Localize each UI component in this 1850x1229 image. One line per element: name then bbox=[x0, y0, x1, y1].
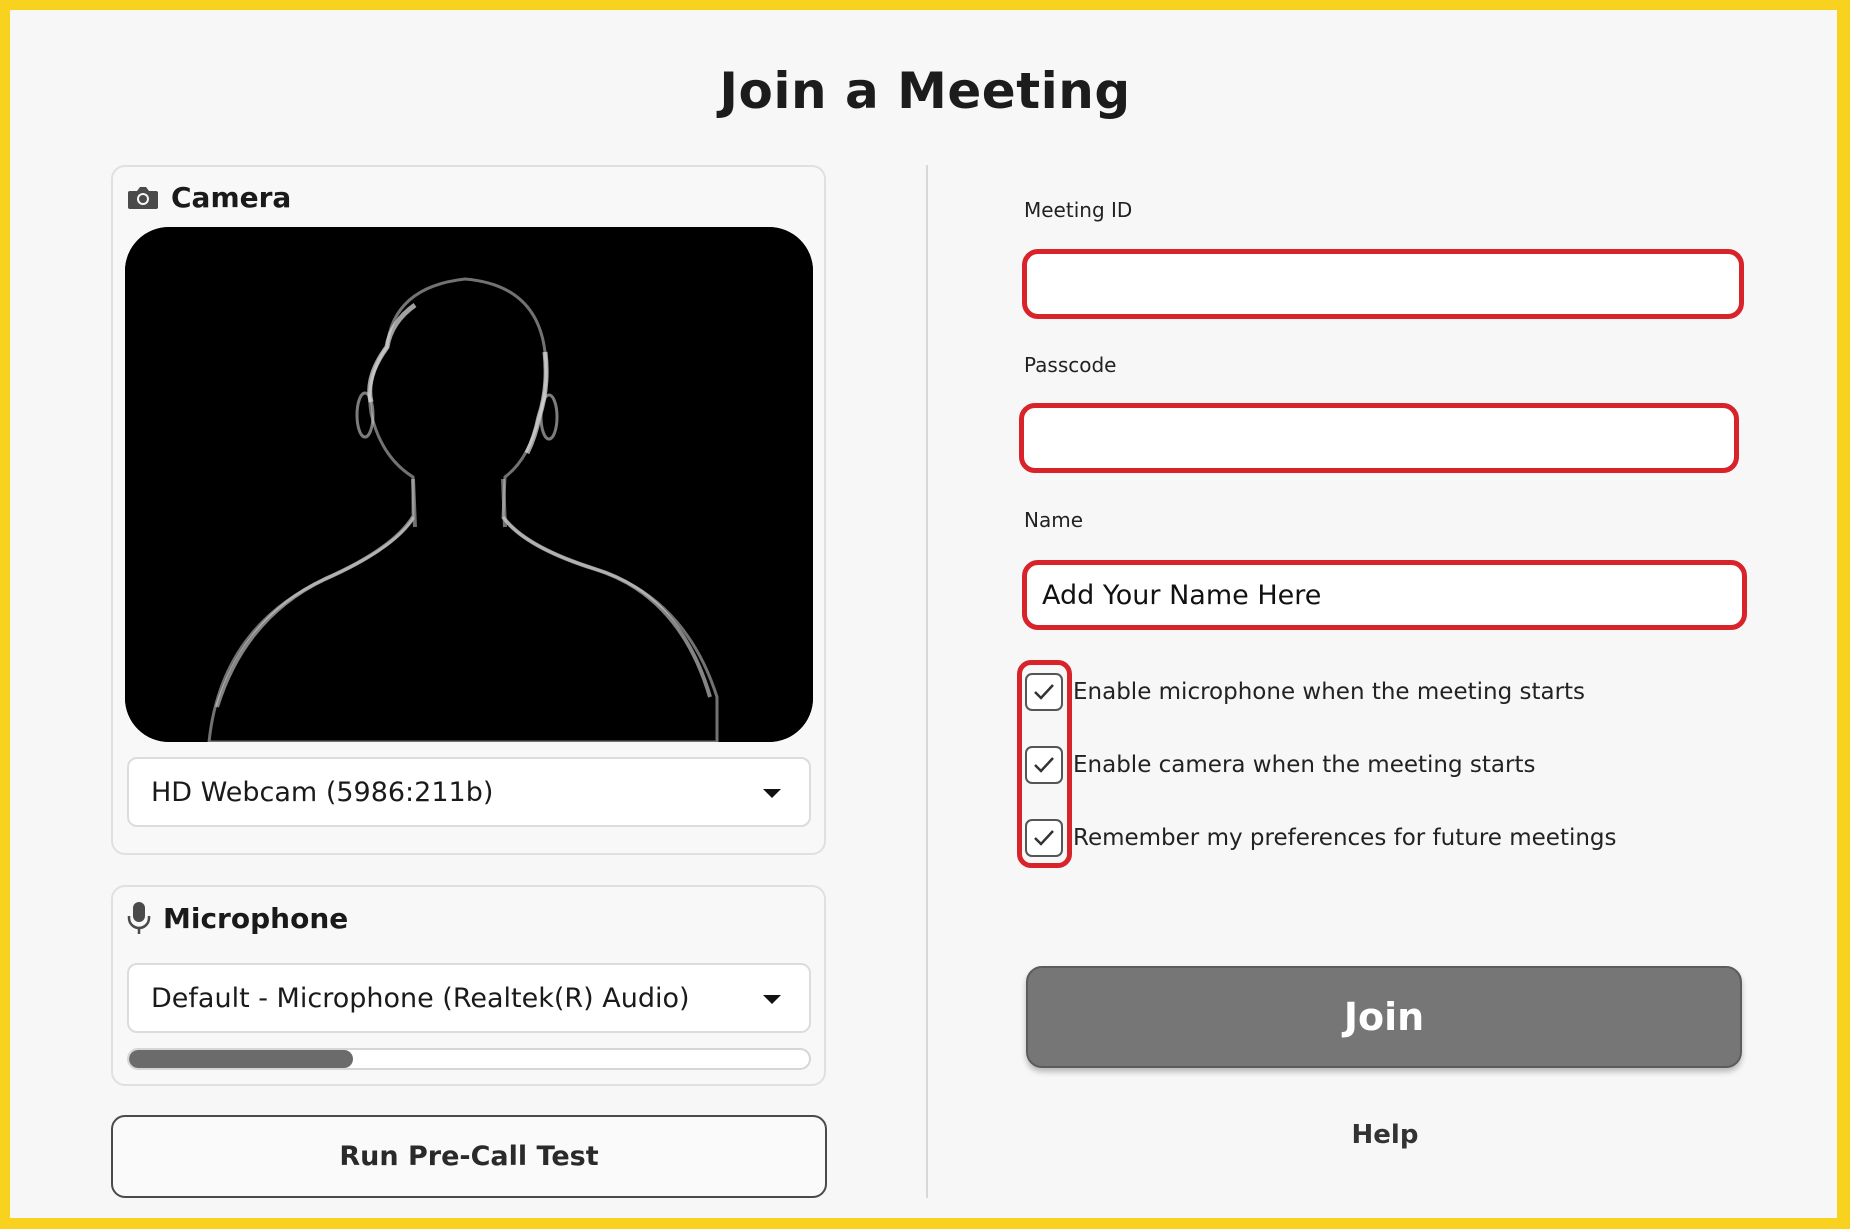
camera-header: Camera bbox=[127, 181, 291, 214]
chevron-down-icon bbox=[763, 789, 781, 798]
option-enable-microphone: Enable microphone when the meeting start… bbox=[1025, 673, 1585, 711]
microphone-panel: Microphone Default - Microphone (Realtek… bbox=[111, 885, 826, 1086]
checkmark-icon bbox=[1034, 757, 1054, 773]
meeting-id-label: Meeting ID bbox=[1024, 198, 1133, 222]
microphone-icon bbox=[127, 901, 151, 935]
microphone-device-select[interactable]: Default - Microphone (Realtek(R) Audio) bbox=[127, 963, 811, 1033]
checkmark-icon bbox=[1034, 684, 1054, 700]
microphone-level-meter bbox=[127, 1048, 811, 1070]
name-input[interactable] bbox=[1022, 560, 1747, 630]
join-button[interactable]: Join bbox=[1026, 966, 1742, 1068]
page-title: Join a Meeting bbox=[719, 62, 1131, 120]
microphone-level-fill bbox=[129, 1050, 354, 1068]
help-link[interactable]: Help bbox=[1320, 1120, 1450, 1150]
remember-preferences-label: Remember my preferences for future meeti… bbox=[1073, 825, 1617, 851]
camera-panel: Camera HD Webcam (5986:211b) bbox=[111, 165, 826, 855]
microphone-header-label: Microphone bbox=[163, 901, 349, 935]
camera-icon bbox=[127, 185, 159, 211]
camera-preview bbox=[125, 227, 813, 742]
run-pre-call-test-button[interactable]: Run Pre-Call Test bbox=[111, 1115, 827, 1198]
enable-microphone-label: Enable microphone when the meeting start… bbox=[1073, 679, 1586, 705]
column-divider bbox=[926, 165, 928, 1198]
microphone-header: Microphone bbox=[127, 901, 348, 935]
passcode-input[interactable] bbox=[1019, 403, 1739, 473]
option-remember-preferences: Remember my preferences for future meeti… bbox=[1025, 819, 1617, 857]
option-enable-camera: Enable camera when the meeting starts bbox=[1025, 746, 1535, 784]
chevron-down-icon bbox=[763, 995, 781, 1004]
remember-preferences-checkbox[interactable] bbox=[1025, 819, 1063, 857]
passcode-label: Passcode bbox=[1024, 353, 1117, 377]
camera-device-select[interactable]: HD Webcam (5986:211b) bbox=[127, 757, 811, 827]
enable-camera-label: Enable camera when the meeting starts bbox=[1073, 752, 1536, 778]
checkmark-icon bbox=[1034, 830, 1054, 846]
name-label: Name bbox=[1024, 508, 1084, 532]
camera-device-value: HD Webcam (5986:211b) bbox=[151, 776, 494, 808]
enable-microphone-checkbox[interactable] bbox=[1025, 673, 1063, 711]
meeting-id-input[interactable] bbox=[1022, 249, 1744, 319]
camera-header-label: Camera bbox=[171, 181, 292, 214]
microphone-device-value: Default - Microphone (Realtek(R) Audio) bbox=[151, 982, 690, 1014]
enable-camera-checkbox[interactable] bbox=[1025, 746, 1063, 784]
